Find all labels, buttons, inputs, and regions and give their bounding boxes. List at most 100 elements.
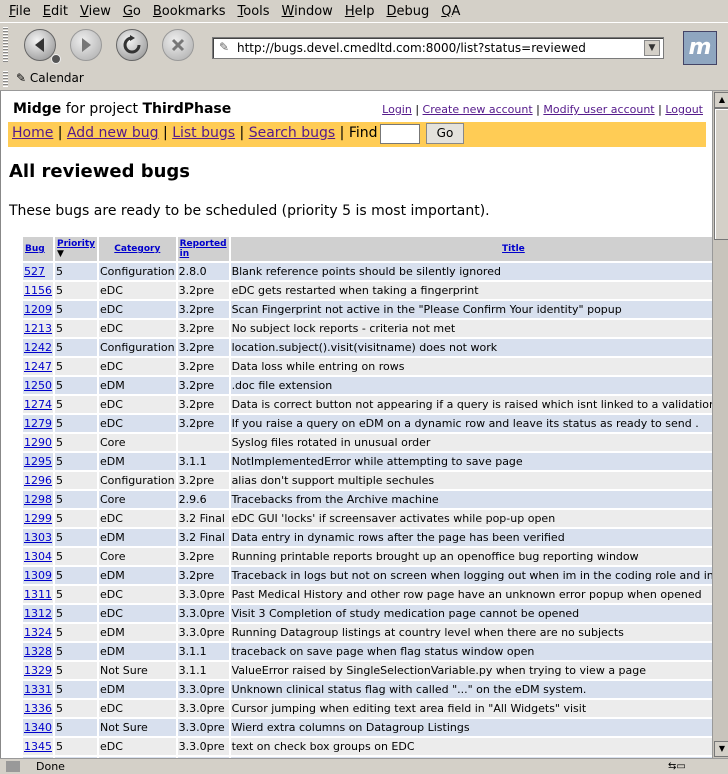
toolbar-grip[interactable] [3,27,8,63]
bug-id-cell: 1279 [23,415,53,432]
user-link-modify-user-account[interactable]: Modify user account [543,103,654,116]
bug-id-link[interactable]: 1312 [24,607,52,620]
go-button[interactable]: Go [426,123,464,144]
bug-id-cell: 1295 [23,453,53,470]
menu-go[interactable]: Go [123,4,141,19]
url-text[interactable]: http://bugs.devel.cmedltd.com:8000/list?… [237,41,586,55]
sort-desc-icon: ▼ [57,249,64,259]
bug-id-link[interactable]: 1299 [24,512,52,525]
reported-in-cell: 3.1.1 [177,453,229,470]
user-link-logout[interactable]: Logout [665,103,703,116]
bug-id-link[interactable]: 1279 [24,417,52,430]
scroll-thumb[interactable] [714,108,728,240]
reported-in-cell: 3.2pre [177,415,229,432]
category-cell: Configuration [99,339,176,356]
back-history-dropdown[interactable] [51,54,61,64]
bug-id-link[interactable]: 1340 [24,721,52,734]
bug-id-link[interactable]: 1274 [24,398,52,411]
reload-button[interactable] [116,29,148,61]
menu-qa[interactable]: QA [441,4,460,19]
toolbar-grip[interactable] [3,71,8,87]
column-header-bug[interactable]: Bug [23,237,53,261]
bookmark-calendar[interactable]: ✎ Calendar [16,71,84,85]
bug-id-link[interactable]: 1345 [24,740,52,753]
nav-link-home[interactable]: Home [12,125,53,141]
bug-id-cell: 1340 [23,719,53,736]
menu-tools[interactable]: Tools [238,4,270,19]
throbber-logo-icon[interactable]: m [683,31,717,65]
bug-id-cell: 1213 [23,320,53,337]
reported-in-cell: 3.2pre [177,320,229,337]
user-link-create-new-account[interactable]: Create new account [423,103,533,116]
table-header-row: Bug Priority ▼ Category Reported in Titl… [23,237,713,261]
bug-id-link[interactable]: 1247 [24,360,52,373]
nav-link-search-bugs[interactable]: Search bugs [249,125,336,141]
find-bug-input[interactable] [380,124,420,144]
category-cell: eDM [99,643,176,660]
bug-id-link[interactable]: 1331 [24,683,52,696]
reported-in-cell: 3.3.0pre [177,719,229,736]
bug-id-link[interactable]: 1213 [24,322,52,335]
bug-id-link[interactable]: 1311 [24,588,52,601]
column-header-title[interactable]: Title [230,237,713,261]
menu-help[interactable]: Help [345,4,375,19]
menu-view[interactable]: View [80,4,111,19]
title-cell: Traceback in logs but not on screen when… [230,567,713,584]
table-row: 1250 5 eDM 3.2pre .doc file extension [23,377,713,394]
scroll-up-icon[interactable]: ▲ [714,92,728,108]
table-row: 1247 5 eDC 3.2pre Data loss while entring on… [23,358,713,375]
scroll-down-icon[interactable]: ▼ [714,741,728,757]
bug-id-link[interactable]: 1296 [24,474,52,487]
bug-id-link[interactable]: 1209 [24,303,52,316]
table-row: 1242 5 Configuration 3.2pre location.subject… [23,339,713,356]
bookmark-label[interactable]: Calendar [30,71,84,85]
table-row: 527 5 Configuration 2.8.0 Blank reference po… [23,263,713,280]
forward-button[interactable] [70,29,102,61]
table-row: 1213 5 eDC 3.2pre No subject lock reports - … [23,320,713,337]
bug-id-link[interactable]: 1329 [24,664,52,677]
bug-id-link[interactable]: 1336 [24,702,52,715]
reported-in-cell: 3.2 Final [177,510,229,527]
bug-id-link[interactable]: 1304 [24,550,52,563]
reported-in-cell: 3.2pre [177,377,229,394]
menu-bookmarks[interactable]: Bookmarks [153,4,226,19]
bug-id-link[interactable]: 1290 [24,436,52,449]
title-cell: Wierd extra columns on Datagroup Listing… [230,719,713,736]
title-cell: Blank reference points should be silentl… [230,263,713,280]
menu-file[interactable]: File [9,4,31,19]
bug-id-cell: 1309 [23,567,53,584]
priority-cell: 5 [55,662,97,679]
vertical-scrollbar[interactable]: ▲ ▼ [712,91,728,758]
menu-edit[interactable]: Edit [43,4,68,19]
url-bar[interactable]: ✎ http://bugs.devel.cmedltd.com:8000/lis… [212,37,664,59]
priority-cell: 5 [55,624,97,641]
personal-toolbar: ✎ Calendar [0,68,728,91]
url-history-dropdown-icon[interactable]: ▼ [644,40,660,56]
column-header-reported-in[interactable]: Reported in [177,237,229,261]
bug-id-link[interactable]: 1242 [24,341,52,354]
online-status-icon[interactable]: ⇆▭ [668,761,698,772]
menu-debug[interactable]: Debug [386,4,429,19]
bug-id-link[interactable]: 1250 [24,379,52,392]
user-link-login[interactable]: Login [382,103,412,116]
forward-arrow-icon [82,38,91,52]
stop-button[interactable] [162,29,194,61]
menu-window[interactable]: Window [282,4,333,19]
bug-id-cell: 1331 [23,681,53,698]
nav-link-add-new-bug[interactable]: Add new bug [67,125,159,141]
bug-id-link[interactable]: 1156 [24,284,52,297]
bug-id-link[interactable]: 1328 [24,645,52,658]
reported-in-cell: 3.2pre [177,567,229,584]
column-header-priority[interactable]: Priority ▼ [55,237,97,261]
bug-id-link[interactable]: 1324 [24,626,52,639]
column-header-category[interactable]: Category [99,237,176,261]
bug-id-cell: 1303 [23,529,53,546]
bug-id-link[interactable]: 1303 [24,531,52,544]
security-lock-icon [6,761,20,772]
category-cell: Core [99,491,176,508]
bug-id-link[interactable]: 1309 [24,569,52,582]
bug-id-link[interactable]: 527 [24,265,45,278]
bug-id-link[interactable]: 1298 [24,493,52,506]
bug-id-link[interactable]: 1295 [24,455,52,468]
nav-link-list-bugs[interactable]: List bugs [172,125,235,141]
